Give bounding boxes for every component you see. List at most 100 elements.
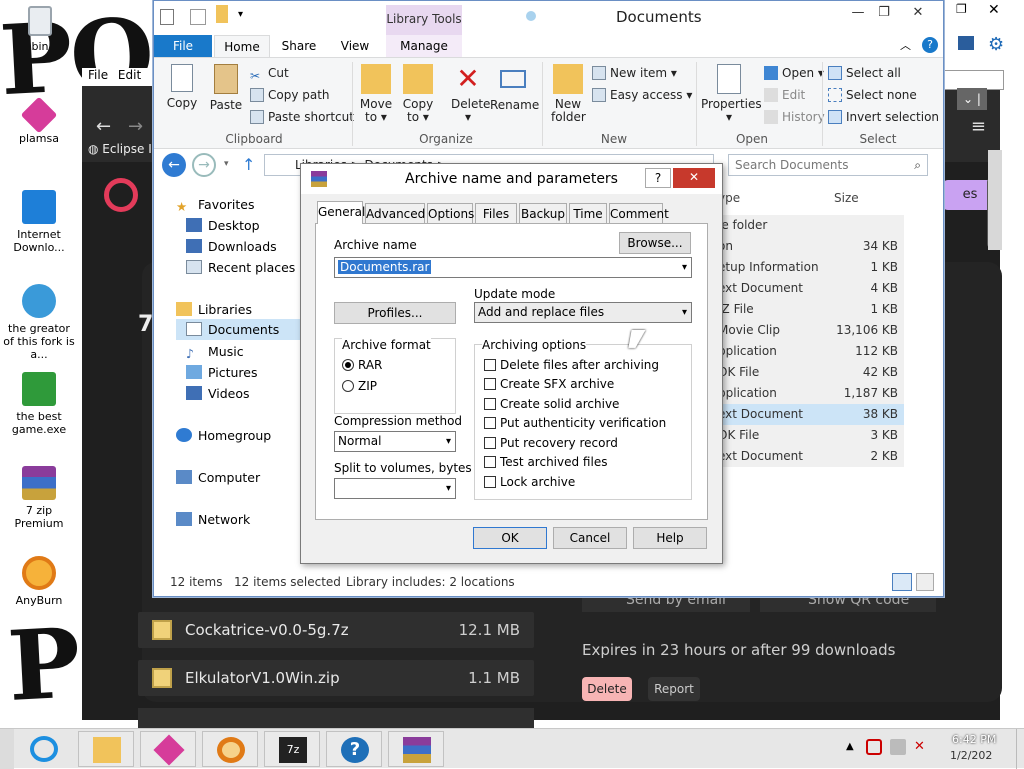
bg-dropdown-icon[interactable]: ⌄ | <box>957 88 987 110</box>
help-button[interactable]: Help <box>633 527 707 549</box>
tab-files[interactable]: Files <box>475 203 517 223</box>
collapse-ribbon-icon[interactable]: ︿ <box>900 37 911 53</box>
copy-button[interactable]: Copy <box>162 64 202 110</box>
large-icons-view-icon[interactable] <box>916 573 934 591</box>
browse-button[interactable]: Browse... <box>619 232 691 254</box>
select-all-button[interactable]: Select all <box>828 66 901 80</box>
start-edge[interactable] <box>0 729 14 769</box>
clock-time[interactable]: 6:42 PM <box>952 733 996 746</box>
tab-home[interactable]: Home <box>214 35 270 57</box>
desktop-icon-bin[interactable]: bin <box>4 6 76 53</box>
delete-button[interactable]: ✕ Delete ▾ <box>446 64 490 124</box>
search-box[interactable]: Search Documents ⌕ <box>728 154 928 176</box>
copy-to-button[interactable]: Copy to ▾ <box>398 64 438 124</box>
nav-favorites[interactable]: ★ Favorites <box>176 197 254 214</box>
menu-icon[interactable]: ≡ <box>971 116 986 137</box>
ok-button[interactable]: OK <box>473 527 547 549</box>
up-button[interactable]: ↑ <box>242 155 255 174</box>
list-item[interactable]: OK File 42 KB <box>714 362 904 383</box>
option-lock-archive[interactable]: Lock archive <box>484 475 575 489</box>
tab-comment[interactable]: Comment <box>609 203 669 223</box>
nav-videos[interactable]: Videos <box>186 386 250 401</box>
properties-button[interactable]: Properties ▾ <box>700 64 762 124</box>
help-icon[interactable]: ? <box>922 37 938 53</box>
maximize-button[interactable]: ❐ <box>874 5 894 21</box>
compression-select[interactable]: Normal ▾ <box>334 431 456 452</box>
option-recovery-record[interactable]: Put recovery record <box>484 436 618 450</box>
new-folder-qa-icon[interactable] <box>216 5 228 23</box>
nav-music[interactable]: ♪ Music <box>186 344 244 361</box>
tab-manage[interactable]: Manage <box>386 35 462 57</box>
option-test-files[interactable]: Test archived files <box>484 455 607 469</box>
option-create-sfx[interactable]: Create SFX archive <box>484 377 614 391</box>
invert-selection-button[interactable]: Invert selection <box>828 110 939 124</box>
update-mode-select[interactable]: Add and replace files ▾ <box>474 302 692 323</box>
easy-access-button[interactable]: Easy access ▾ <box>592 88 692 102</box>
tab-backup[interactable]: Backup <box>519 203 567 223</box>
tray-volume-icon[interactable]: ✕ <box>914 739 930 755</box>
browser-menu-file[interactable]: File <box>88 68 108 82</box>
paste-button[interactable]: Paste <box>206 64 246 112</box>
copy-path-button[interactable]: Copy path <box>250 88 330 102</box>
report-button[interactable]: Report <box>648 677 700 701</box>
nav-computer[interactable]: Computer <box>176 470 260 485</box>
close-button[interactable]: ✕ <box>906 5 930 21</box>
profiles-button[interactable]: Profiles... <box>334 302 456 324</box>
nav-recent[interactable]: Recent places <box>186 260 295 275</box>
file-row-elkulator[interactable]: ElkulatorV1.0Win.zip 1.1 MB <box>138 660 534 696</box>
tab-options[interactable]: Options <box>427 203 474 223</box>
edit-button[interactable]: Edit <box>764 88 805 102</box>
file-row-partial[interactable] <box>138 708 534 728</box>
desktop-icon-shortcut[interactable]: the greator of this fork is a... <box>3 284 75 361</box>
file-row-cockatrice[interactable]: Cockatrice-v0.0-5g.7z 12.1 MB <box>138 612 534 648</box>
taskbar-explorer[interactable] <box>78 731 134 767</box>
desktop-icon-7zip[interactable]: 7 zip Premium <box>3 466 75 530</box>
tray-chevron-icon[interactable]: ▲ <box>846 741 854 752</box>
tab-view[interactable]: View <box>330 35 380 57</box>
cut-button[interactable]: ✂ Cut <box>250 66 289 83</box>
nav-homegroup[interactable]: Homegroup <box>176 428 271 443</box>
nav-network[interactable]: Network <box>176 512 250 527</box>
nav-desktop[interactable]: Desktop <box>186 218 260 233</box>
nav-pictures[interactable]: Pictures <box>186 365 258 380</box>
desktop-icon-plamsa[interactable]: plamsa <box>3 96 75 145</box>
taskbar-7zip[interactable]: 7z <box>264 731 320 767</box>
list-item[interactable]: Movie Clip 13,106 KB <box>714 320 904 341</box>
list-item[interactable]: IZ File 1 KB <box>714 299 904 320</box>
select-none-button[interactable]: Select none <box>828 88 917 102</box>
desktop-icon-internet-download[interactable]: Internet Downlo... <box>3 190 75 254</box>
move-to-button[interactable]: Move to ▾ <box>356 64 396 124</box>
list-item-selected[interactable]: ext Document 38 KB <box>714 404 904 425</box>
tray-flag-icon[interactable] <box>866 739 882 755</box>
forward-arrow-icon[interactable]: → <box>128 116 143 137</box>
nav-documents[interactable]: Documents <box>176 319 300 340</box>
format-rar-radio[interactable]: RAR <box>342 358 382 372</box>
taskbar-help[interactable]: ? <box>326 731 382 767</box>
bg-restore-icon[interactable]: ❐ <box>956 2 967 16</box>
taskbar-anyburn[interactable] <box>202 731 258 767</box>
tray-network-icon[interactable] <box>890 739 906 755</box>
option-authenticity[interactable]: Put authenticity verification <box>484 416 666 430</box>
history-button[interactable]: History <box>764 110 825 124</box>
nav-downloads[interactable]: Downloads <box>186 239 277 254</box>
back-arrow-icon[interactable]: ← <box>96 116 111 137</box>
browser-tab[interactable]: ◍ Eclipse I <box>88 142 152 156</box>
cancel-button[interactable]: Cancel <box>553 527 627 549</box>
show-desktop-button[interactable] <box>1016 729 1024 769</box>
minimize-button[interactable]: — <box>848 5 868 21</box>
taskbar-ie[interactable] <box>16 731 72 767</box>
format-zip-radio[interactable]: ZIP <box>342 379 377 393</box>
bg-gear-icon[interactable]: ⚙ <box>988 34 1004 55</box>
tab-time[interactable]: Time <box>569 203 607 223</box>
properties-qa-icon[interactable] <box>160 9 174 25</box>
undo-qa-icon[interactable] <box>190 9 206 25</box>
paste-shortcut-button[interactable]: Paste shortcut <box>250 110 354 124</box>
back-button[interactable]: ← <box>162 153 186 177</box>
desktop-icon-anyburn[interactable]: AnyBurn <box>3 556 75 607</box>
forward-button[interactable]: → <box>192 153 216 177</box>
new-folder-button[interactable]: New folder <box>548 64 588 124</box>
dialog-close-button[interactable]: ✕ <box>673 168 715 188</box>
browser-menu-edit[interactable]: Edit <box>118 68 141 82</box>
option-solid-archive[interactable]: Create solid archive <box>484 397 619 411</box>
dialog-help-button[interactable]: ? <box>645 168 671 188</box>
